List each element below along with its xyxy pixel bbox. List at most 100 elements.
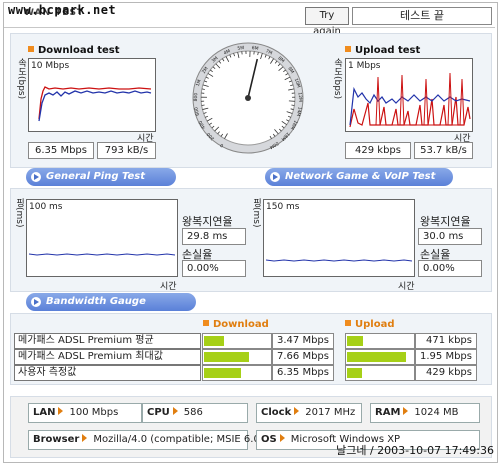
ping-chart: 100 ms (26, 199, 178, 277)
gauge-tick-label: 5M (237, 45, 245, 52)
download-title-text: Download test (38, 45, 120, 56)
download-column-header: Download (203, 319, 269, 330)
voip-rtt-value: 30.0 ms (418, 228, 482, 245)
arrow-icon (58, 407, 64, 415)
browser-info: Browser Mozilla/4.0 (compatible; MSIE 6.0 (28, 430, 260, 450)
watermark-text: www.bcpark.net (8, 3, 117, 17)
upload-title-text: Upload test (355, 45, 421, 56)
upload-plot (349, 72, 471, 128)
bullet-icon (345, 46, 351, 52)
voip-x-axis-label: 시간 (398, 282, 415, 292)
browser-label: Browser (33, 434, 80, 445)
download-plot (38, 86, 152, 122)
gauge-tick-label: 12M (297, 92, 304, 102)
upload-speed-value: 429 kbps (345, 142, 411, 159)
ping-test-title: General Ping Test (46, 171, 146, 182)
download-value: 3.47 Mbps (272, 333, 334, 349)
cpu-label: CPU (147, 407, 170, 418)
upload-bar (345, 365, 415, 381)
download-chart: 10 Mbps (28, 58, 156, 132)
ping-test-tab[interactable]: General Ping Test (26, 168, 176, 186)
play-icon (31, 297, 41, 307)
voip-chart: 150 ms (263, 199, 415, 277)
clock-label: Clock (261, 407, 292, 418)
voip-test-tab[interactable]: Network Game & VoIP Test (265, 168, 453, 186)
os-label: OS (261, 434, 277, 445)
ram-label: RAM (375, 407, 401, 418)
upload-y-axis-label: 속도(bps) (332, 58, 342, 100)
bandwidth-row-label: 메가패스 ADSL Premium 최대값 (14, 349, 201, 365)
ping-rtt-label: 왕복지연율 (182, 215, 233, 228)
lan-value: 100 Mbps (69, 407, 119, 418)
voip-series (265, 259, 413, 262)
play-icon (31, 172, 41, 182)
upload-bar-fill (347, 352, 406, 362)
download-title: Download test (28, 45, 120, 56)
browser-value: Mozilla/4.0 (compatible; MSIE 6.0 (93, 434, 260, 445)
download-bar-fill (204, 336, 224, 346)
voip-rtt-label: 왕복지연율 (420, 215, 471, 228)
arrow-icon (279, 434, 285, 442)
clock-value: 2017 MHz (305, 407, 356, 418)
download-bar-fill (204, 368, 241, 378)
gauge-tick-label: 800 (193, 93, 199, 102)
voip-y-axis-label: 핑(ms) (251, 198, 261, 228)
ping-y-axis-label: 핑(ms) (14, 198, 24, 228)
ping-loss-value: 0.00% (182, 260, 246, 277)
download-rate-value: 793 kB/s (97, 142, 156, 159)
arrow-icon (403, 407, 409, 415)
ping-plot (28, 253, 176, 256)
upload-bar (345, 333, 415, 349)
upload-column-header: Upload (345, 319, 394, 330)
lan-label: LAN (33, 407, 56, 418)
bullet-icon (28, 46, 34, 52)
cpu-value: 586 (183, 407, 203, 418)
upload-bar-fill (347, 336, 363, 346)
voip-loss-value: 0.00% (418, 260, 482, 277)
download-bar (202, 365, 272, 381)
download-header-text: Download (213, 319, 269, 330)
divider (4, 27, 495, 28)
ping-series (28, 253, 176, 256)
bandwidth-row-label: 메가패스 ADSL Premium 평균 (14, 333, 201, 349)
ping-x-axis-label: 시간 (160, 282, 177, 292)
gauge-tick-label: 6M (251, 45, 259, 52)
try-again-button[interactable]: Try again (305, 7, 349, 37)
download-y-axis-label: 속도(bps) (16, 58, 26, 100)
download-blue-series (38, 90, 152, 122)
arrow-icon (82, 434, 88, 442)
ram-info: RAM 1024 MB (370, 403, 480, 423)
speed-gauge: 02004006008001M2M3M4M5M 6M7M8M9M10M12M14M… (192, 42, 304, 154)
status-field: 테스트 끝 (352, 7, 492, 25)
upload-bar (345, 349, 415, 365)
footer-caption: 날그네 / 2003-10-07 17:49:36 (336, 444, 494, 457)
bullet-icon (203, 320, 209, 326)
upload-chart: 1 Mbps (345, 58, 473, 132)
voip-plot (265, 259, 413, 262)
upload-title: Upload test (345, 45, 420, 56)
upload-bar-fill (347, 368, 362, 378)
bandwidth-gauge-tab[interactable]: Bandwidth Gauge (26, 293, 196, 311)
play-icon (270, 172, 280, 182)
upload-value: 429 kbps (415, 365, 477, 381)
upload-rate-value: 53.7 kB/s (414, 142, 473, 159)
download-bar (202, 349, 272, 365)
download-bar (202, 333, 272, 349)
upload-value: 1.95 Mbps (415, 349, 477, 365)
gauge-hub (245, 95, 251, 101)
bandwidth-row-label: 사용자 측정값 (14, 365, 201, 381)
download-value: 6.35 Mbps (272, 365, 334, 381)
ping-rtt-value: 29.8 ms (182, 228, 246, 245)
download-value: 7.66 Mbps (272, 349, 334, 365)
bullet-icon (345, 320, 351, 326)
upload-red-spikes (375, 72, 465, 126)
gauge-tick (201, 88, 205, 90)
voip-test-title: Network Game & VoIP Test (285, 171, 436, 182)
download-speed-value: 6.35 Mbps (28, 142, 94, 159)
arrow-icon (172, 407, 178, 415)
ram-value: 1024 MB (414, 407, 459, 418)
clock-info: Clock 2017 MHz (256, 403, 362, 423)
upload-value: 471 kbps (415, 333, 477, 349)
upload-header-text: Upload (355, 319, 395, 330)
lan-info: LAN 100 Mbps (28, 403, 142, 423)
